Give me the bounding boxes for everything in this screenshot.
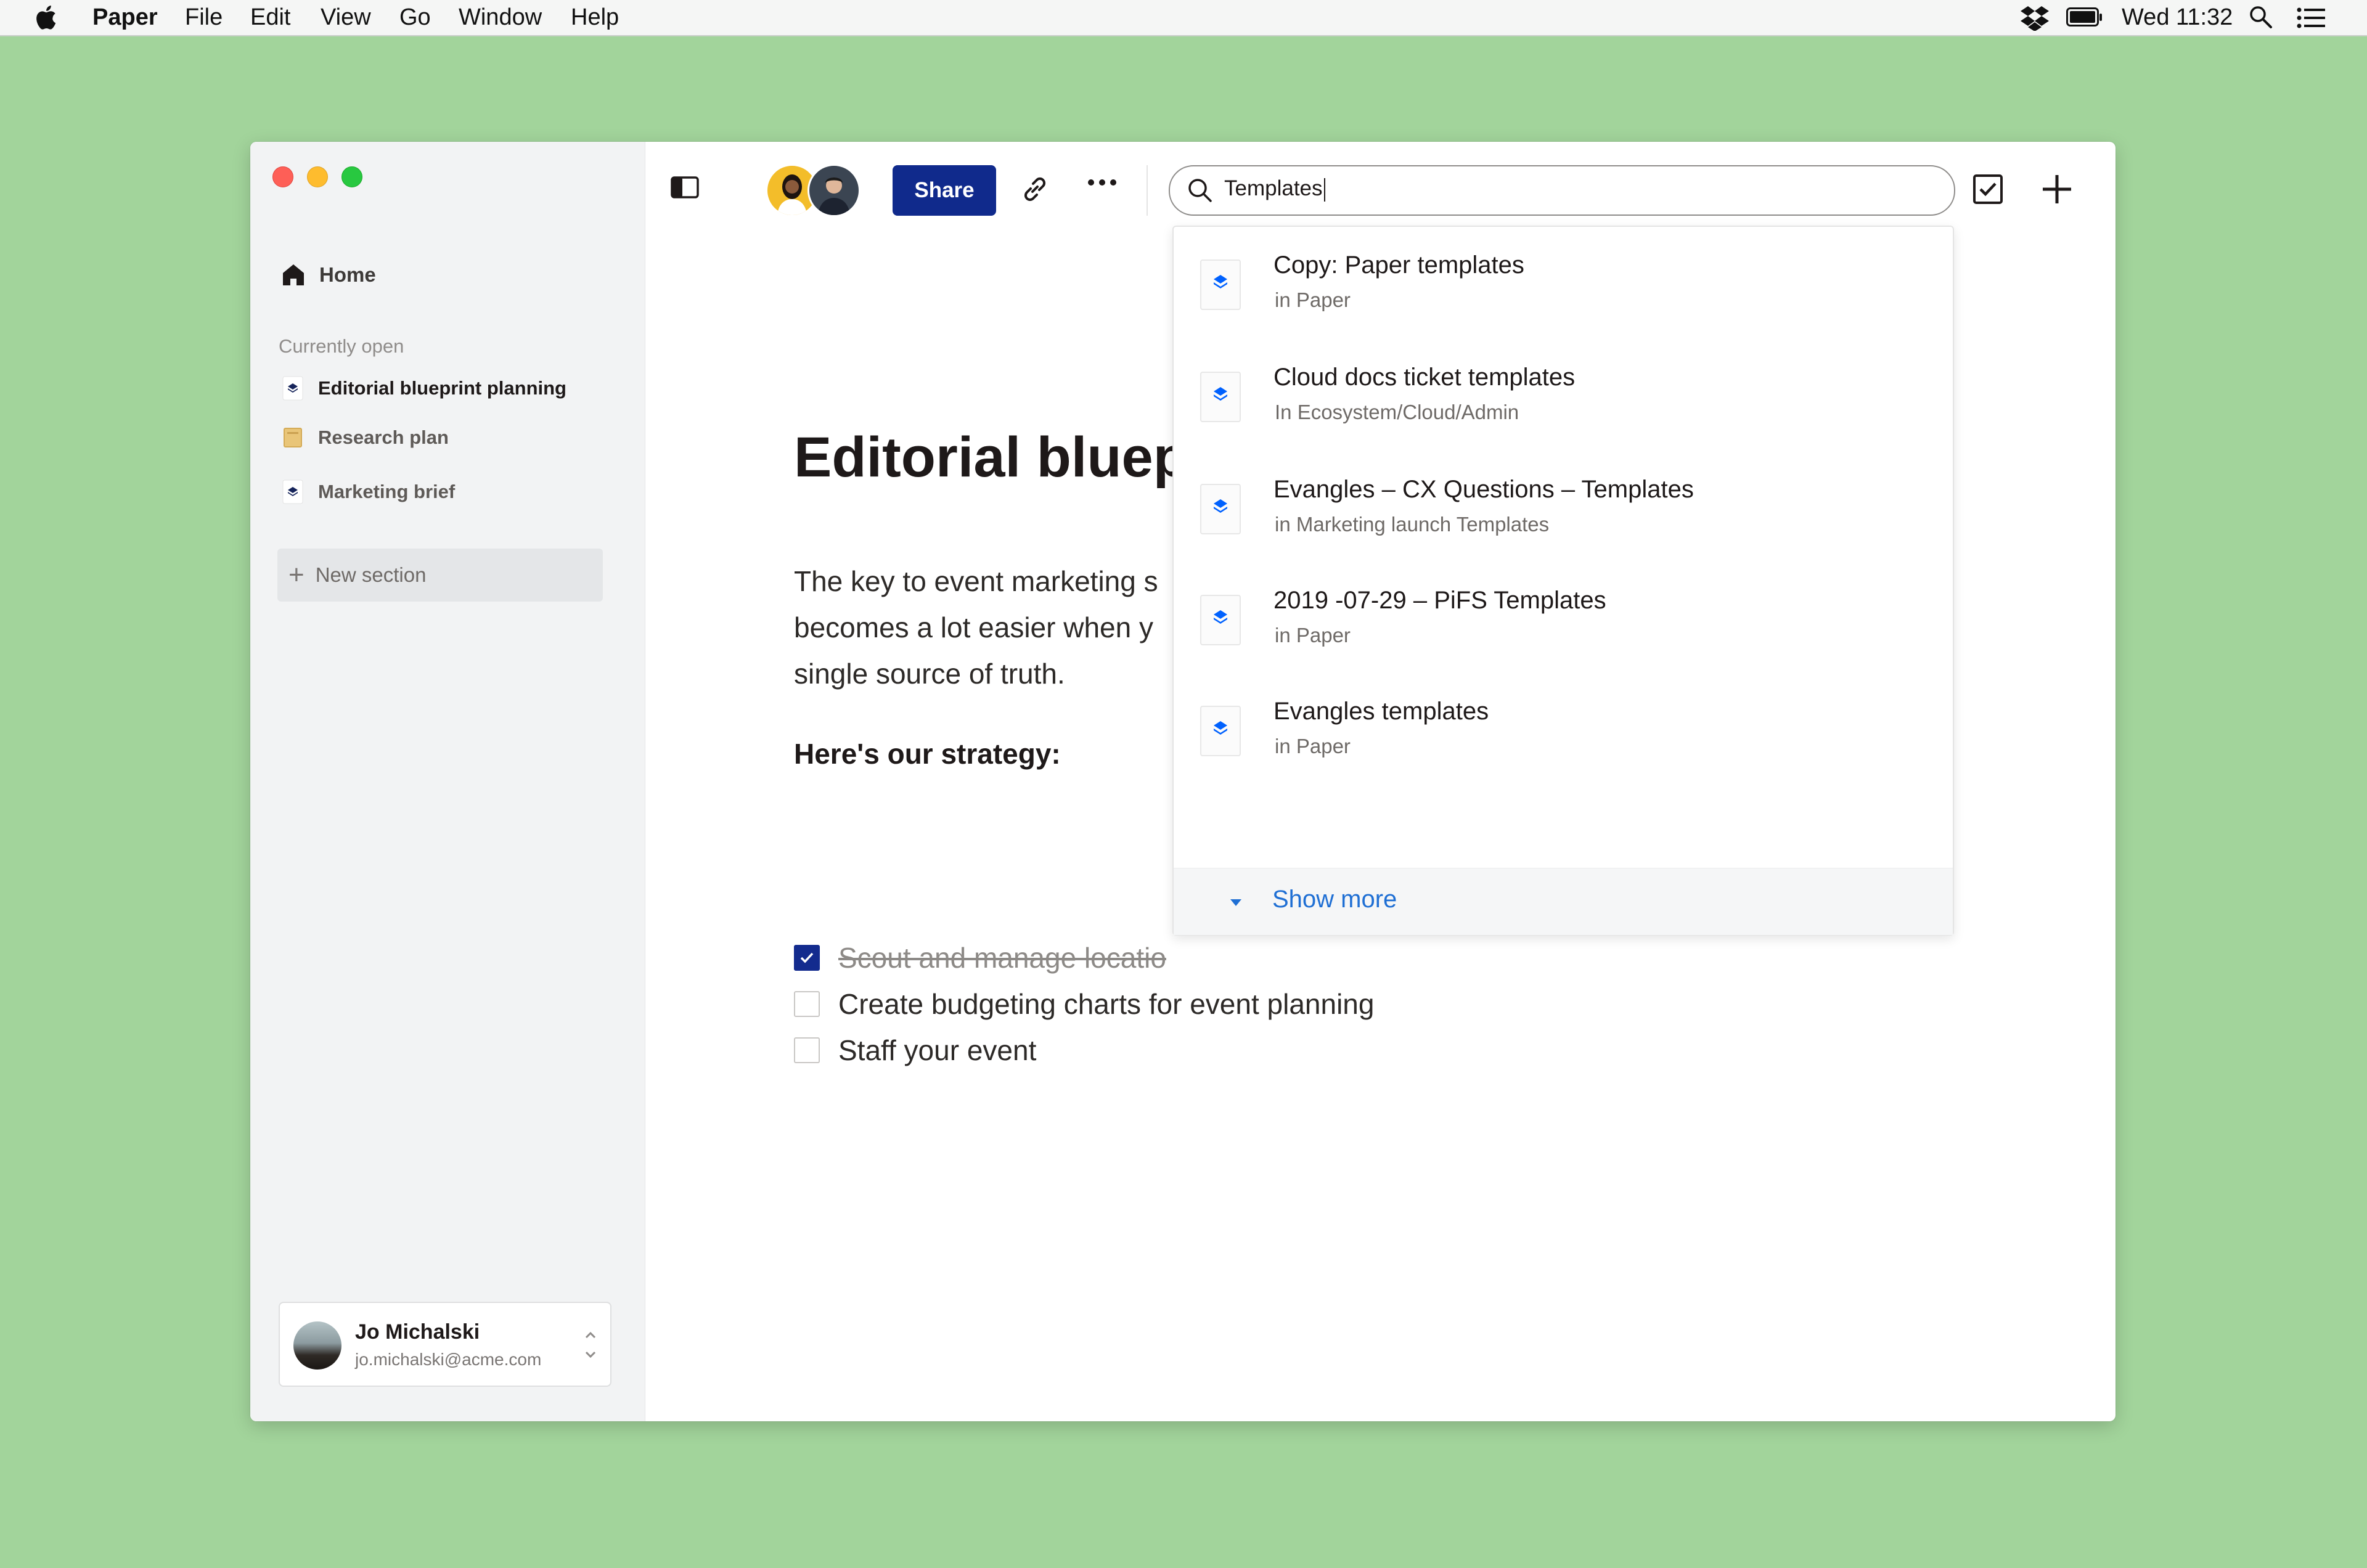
todo-text: Create budgeting charts for event planni…: [838, 988, 1375, 1020]
search-result-item[interactable]: Evangles – CX Questions – Templates in M…: [1174, 451, 1953, 562]
paper-doc-icon: [1200, 484, 1241, 534]
search-result-item[interactable]: Evangles templates in Paper: [1174, 673, 1953, 784]
sidebar-item-editorial-blueprint-planning[interactable]: Editorial blueprint planning: [282, 376, 566, 401]
menubar-clock[interactable]: Wed 11:32: [2122, 4, 2233, 31]
todo-checkbox-checked[interactable]: [794, 945, 820, 971]
sidebar-item-marketing-brief[interactable]: Marketing brief: [282, 480, 455, 504]
checkmark-icon: [800, 952, 814, 963]
result-title: Evangles – CX Questions – Templates: [1273, 476, 1694, 503]
result-title: Copy: Paper templates: [1273, 251, 1524, 279]
show-more-label: Show more: [1272, 886, 1397, 913]
account-name: Jo Michalski: [355, 1320, 480, 1344]
result-location: In Ecosystem/Cloud/Admin: [1275, 401, 1519, 423]
create-new-icon[interactable]: [2040, 173, 2074, 206]
new-section-label: New section: [315, 563, 427, 586]
search-result-item[interactable]: Cloud docs ticket templates In Ecosystem…: [1174, 339, 1953, 450]
menu-file[interactable]: File: [185, 4, 223, 31]
sidebar-item-label: Home: [319, 263, 376, 286]
result-location: in Paper: [1275, 624, 1351, 647]
search-result-item[interactable]: Copy: Paper templates in Paper: [1174, 227, 1953, 338]
todo-item: Create budgeting charts for event planni…: [794, 987, 1374, 1021]
new-section-button[interactable]: + New section: [277, 549, 603, 602]
folder-doc-icon: [284, 428, 302, 447]
currently-open-header: Currently open: [279, 335, 404, 357]
toggle-sidebar-icon[interactable]: [671, 176, 699, 198]
search-input[interactable]: Templates: [1169, 165, 1955, 216]
result-location: in Paper: [1275, 735, 1351, 757]
window-close-button[interactable]: [272, 166, 293, 187]
window-zoom-button[interactable]: [341, 166, 362, 187]
app-menu-paper[interactable]: Paper: [92, 4, 158, 31]
account-email: jo.michalski@acme.com: [355, 1350, 542, 1369]
todo-checkbox[interactable]: [794, 1037, 820, 1063]
todo-text: Scout and manage locatio: [838, 942, 1166, 974]
todo-item: Staff your event: [794, 1034, 1036, 1067]
copy-link-icon[interactable]: [1020, 174, 1050, 205]
todo-item: Scout and manage locatio: [794, 941, 1166, 974]
chevron-up-down-icon: [585, 1331, 596, 1358]
menu-help[interactable]: Help: [571, 4, 619, 31]
paper-doc-icon: [1200, 372, 1241, 422]
paper-doc-icon: [1200, 259, 1241, 310]
share-button[interactable]: Share: [893, 165, 996, 216]
notification-center-icon[interactable]: [2297, 7, 2325, 28]
battery-icon[interactable]: [2066, 7, 2103, 27]
menu-view[interactable]: View: [321, 4, 371, 31]
paper-doc-icon: [282, 480, 303, 504]
sidebar-item-label: Marketing brief: [318, 481, 456, 502]
account-switcher[interactable]: Jo Michalski jo.michalski@acme.com: [279, 1302, 611, 1387]
more-options-icon[interactable]: [1087, 179, 1117, 186]
paper-doc-icon: [1200, 706, 1241, 756]
result-title: Cloud docs ticket templates: [1273, 364, 1576, 391]
menu-window[interactable]: Window: [459, 4, 542, 31]
todo-checkbox[interactable]: [794, 991, 820, 1017]
sidebar-item-label: Editorial blueprint planning: [318, 377, 566, 399]
caret-down-icon: [1230, 899, 1241, 906]
result-location: in Marketing launch Templates: [1275, 513, 1550, 536]
document-subheading: Here's our strategy:: [794, 738, 1061, 770]
collaborator-avatars[interactable]: [766, 164, 864, 217]
avatar: [807, 164, 861, 217]
window-minimize-button[interactable]: [307, 166, 328, 187]
show-more-button[interactable]: Show more: [1174, 868, 1953, 935]
menu-edit[interactable]: Edit: [250, 4, 290, 31]
avatar: [293, 1321, 341, 1370]
result-title: Evangles templates: [1273, 698, 1489, 725]
toolbar-divider: [1147, 165, 1148, 216]
search-icon: [1188, 179, 1212, 202]
search-input-value: Templates: [1224, 176, 1323, 200]
home-icon: [283, 264, 304, 285]
text-caret: [1323, 178, 1325, 202]
checklist-icon[interactable]: [1973, 174, 2003, 205]
search-result-item[interactable]: 2019 -07-29 – PiFS Templates in Paper: [1174, 562, 1953, 673]
sidebar-item-research-plan[interactable]: Research plan: [282, 427, 449, 449]
paper-doc-icon: [1200, 595, 1241, 645]
menu-go[interactable]: Go: [399, 4, 431, 31]
plus-icon: +: [288, 560, 305, 590]
apple-menu-icon[interactable]: [35, 4, 57, 31]
result-title: 2019 -07-29 – PiFS Templates: [1273, 587, 1606, 614]
spotlight-search-icon[interactable]: [2249, 5, 2273, 30]
result-location: in Paper: [1275, 288, 1351, 311]
sidebar: Home Currently open Editorial blueprint …: [250, 142, 645, 1421]
paper-doc-icon: [282, 376, 303, 401]
search-results-dropdown: Copy: Paper templates in Paper Cloud doc…: [1172, 226, 1954, 936]
dropbox-icon[interactable]: [2021, 5, 2049, 31]
document-title[interactable]: Editorial bluep: [794, 425, 1188, 490]
todo-text: Staff your event: [838, 1034, 1037, 1066]
sidebar-item-label: Research plan: [318, 427, 449, 448]
menu-bar: Paper File Edit View Go Window Help Wed …: [0, 0, 2367, 36]
app-window: Home Currently open Editorial blueprint …: [250, 142, 2116, 1421]
sidebar-item-home[interactable]: Home: [281, 263, 376, 287]
